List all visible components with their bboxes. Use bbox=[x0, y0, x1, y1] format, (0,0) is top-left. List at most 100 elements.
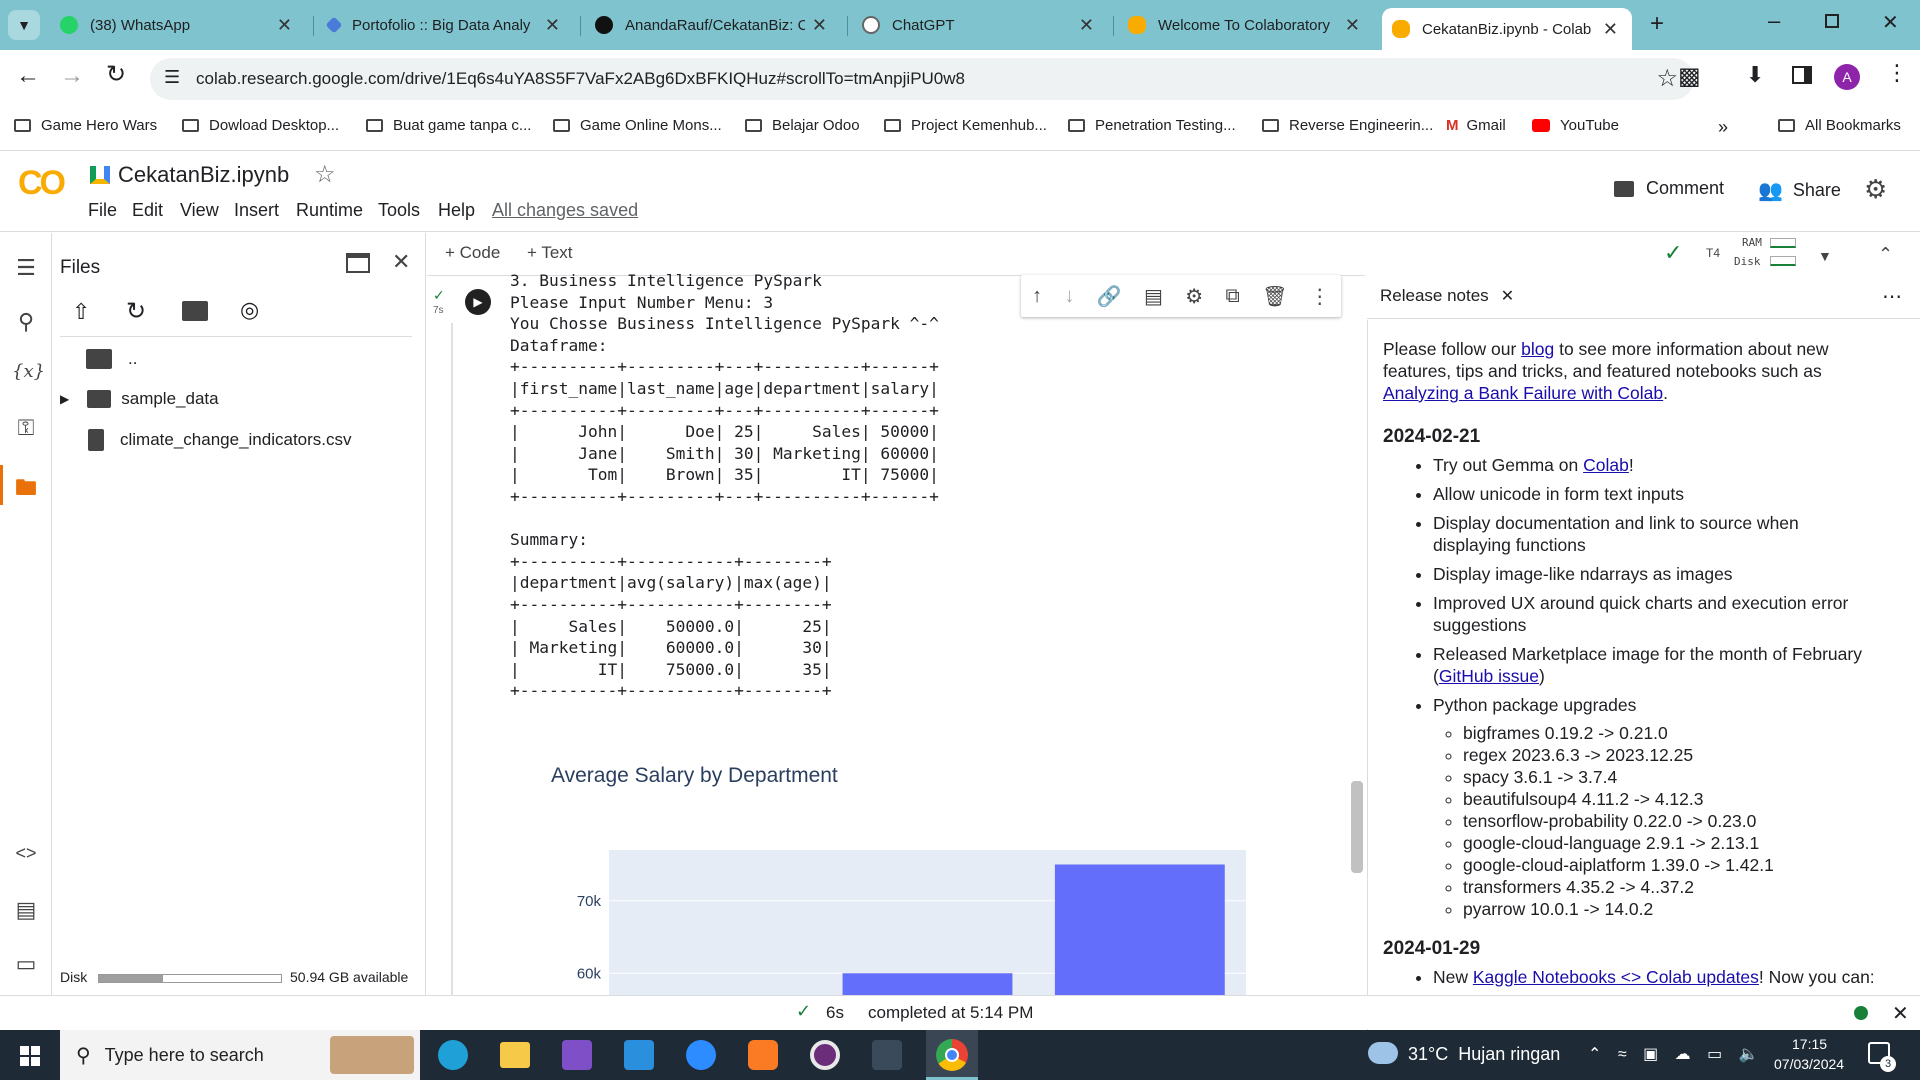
link-icon[interactable]: 🔗 bbox=[1097, 284, 1122, 309]
upload-file-icon[interactable]: ⇧ bbox=[72, 299, 90, 325]
notebook-title[interactable]: CekatanBiz.ipynb bbox=[118, 162, 289, 188]
close-icon[interactable]: ✕ bbox=[1079, 15, 1094, 36]
menu-runtime[interactable]: Runtime bbox=[296, 200, 363, 221]
close-icon[interactable]: ✕ bbox=[545, 15, 560, 36]
reload-icon[interactable]: ↻ bbox=[106, 60, 126, 89]
code-snippets-icon[interactable]: <> bbox=[12, 843, 40, 871]
blog-link[interactable]: blog bbox=[1521, 339, 1554, 359]
tab-chatgpt[interactable]: ChatGPT ✕ bbox=[852, 8, 1108, 42]
close-icon[interactable]: ✕ bbox=[277, 15, 292, 36]
forward-icon[interactable]: → bbox=[60, 62, 84, 90]
settings-gear-icon[interactable]: ⚙ bbox=[1185, 284, 1203, 309]
all-bookmarks[interactable]: All Bookmarks bbox=[1778, 117, 1901, 134]
xampp-icon[interactable] bbox=[748, 1040, 778, 1070]
add-code-button[interactable]: + Code bbox=[445, 243, 500, 263]
file-row-csv[interactable]: climate_change_indicators.csv bbox=[88, 429, 352, 451]
command-palette-icon[interactable]: ▤ bbox=[12, 897, 40, 925]
hide-files-icon[interactable]: ◎ bbox=[240, 297, 259, 323]
add-text-button[interactable]: + Text bbox=[527, 243, 573, 263]
run-cell-button[interactable]: ▶ bbox=[465, 289, 491, 315]
taskbar-search-box[interactable]: ⚲ Type here to search bbox=[60, 1030, 420, 1080]
more-options-icon[interactable]: ⋮ bbox=[1310, 284, 1330, 309]
address-bar[interactable]: ☰ colab.research.google.com/drive/1Eq6s4… bbox=[150, 58, 1694, 100]
mirror-cell-icon[interactable]: ⧉ bbox=[1225, 285, 1239, 308]
share-button[interactable]: 👥 Share bbox=[1758, 178, 1841, 203]
edge-icon[interactable] bbox=[438, 1040, 468, 1070]
new-tab-button[interactable]: + bbox=[1650, 10, 1664, 38]
bookmark-item[interactable]: Game Hero Wars bbox=[14, 117, 157, 134]
vscode-icon[interactable] bbox=[624, 1040, 654, 1070]
save-status[interactable]: All changes saved bbox=[492, 200, 638, 221]
close-icon[interactable]: ✕ bbox=[392, 249, 410, 275]
close-icon[interactable]: ✕ bbox=[812, 15, 827, 36]
bookmark-item[interactable]: Dowload Desktop... bbox=[182, 117, 339, 134]
terminal-icon[interactable]: ▭ bbox=[12, 951, 40, 979]
file-row-parent[interactable]: .. bbox=[86, 349, 137, 369]
menu-file[interactable]: File bbox=[88, 200, 117, 221]
bookmark-item[interactable]: Belajar Odoo bbox=[745, 117, 860, 134]
tab-github[interactable]: AnandaRauf/CekatanBiz: C ✕ bbox=[585, 8, 841, 42]
move-down-icon[interactable]: ↓ bbox=[1064, 285, 1074, 308]
more-bookmarks-icon[interactable]: » bbox=[1718, 117, 1728, 138]
menu-edit[interactable]: Edit bbox=[132, 200, 163, 221]
menu-insert[interactable]: Insert bbox=[234, 200, 279, 221]
obs-icon[interactable] bbox=[810, 1040, 840, 1070]
weather-icon[interactable] bbox=[1368, 1042, 1398, 1064]
bar-marketing[interactable] bbox=[842, 973, 1013, 995]
system-tray-icons[interactable]: ⌃ ≈ ▣ ☁ ▭ 🔈 bbox=[1588, 1044, 1765, 1064]
folder-icon[interactable]: 🖿 bbox=[12, 471, 40, 500]
release-notes-tab[interactable]: Release notes ✕ bbox=[1380, 286, 1514, 306]
comment-button[interactable]: Comment bbox=[1614, 178, 1724, 199]
runtime-type[interactable]: T4 bbox=[1706, 246, 1720, 260]
tab-welcome-colab[interactable]: Welcome To Colaboratory ✕ bbox=[1118, 8, 1374, 42]
github-issue-link[interactable]: GitHub issue bbox=[1439, 666, 1539, 686]
download-icon[interactable]: ⬇ bbox=[1746, 62, 1764, 88]
profile-avatar[interactable]: A bbox=[1834, 64, 1860, 90]
variables-icon[interactable]: {x} bbox=[12, 361, 45, 389]
collapse-header-icon[interactable]: ⌃ bbox=[1878, 244, 1893, 265]
kali-icon[interactable] bbox=[872, 1040, 902, 1070]
bookmark-item[interactable]: Reverse Engineerin... bbox=[1262, 117, 1433, 134]
close-icon[interactable]: ✕ bbox=[1501, 286, 1514, 306]
expand-arrow-icon[interactable]: ▶ bbox=[60, 392, 69, 406]
star-icon[interactable]: ☆ bbox=[314, 160, 336, 189]
side-panel-icon[interactable] bbox=[1792, 66, 1812, 84]
tab-portfolio[interactable]: Portofolio :: Big Data Analy ✕ bbox=[318, 8, 574, 42]
menu-view[interactable]: View bbox=[180, 200, 219, 221]
bookmark-gmail[interactable]: M Gmail bbox=[1446, 117, 1506, 134]
site-info-icon[interactable]: ☰ bbox=[164, 67, 180, 88]
bookmark-star-icon[interactable]: ☆ bbox=[1656, 64, 1678, 93]
bookmark-item[interactable]: Penetration Testing... bbox=[1068, 117, 1236, 134]
visual-studio-icon[interactable] bbox=[562, 1040, 592, 1070]
move-up-icon[interactable]: ↑ bbox=[1032, 285, 1042, 308]
tab-whatsapp[interactable]: (38) WhatsApp ✕ bbox=[50, 8, 306, 42]
close-icon[interactable]: ✕ bbox=[1345, 15, 1360, 36]
bookmark-item[interactable]: Game Online Mons... bbox=[553, 117, 722, 134]
secrets-key-icon[interactable]: ⚿ bbox=[12, 415, 40, 443]
panel-more-icon[interactable]: ⋯ bbox=[1882, 284, 1902, 309]
back-icon[interactable]: ← bbox=[16, 62, 40, 90]
url-text[interactable]: colab.research.google.com/drive/1Eq6s4uY… bbox=[196, 69, 965, 89]
notebook-scrollbar[interactable] bbox=[1351, 781, 1363, 873]
settings-gear-icon[interactable]: ⚙ bbox=[1864, 174, 1887, 205]
runtime-dropdown-icon[interactable]: ▼ bbox=[1818, 248, 1832, 264]
bookmark-item[interactable]: Buat game tanpa c... bbox=[366, 117, 531, 134]
restore-button[interactable] bbox=[1825, 14, 1839, 28]
kaggle-link[interactable]: Kaggle Notebooks <> Colab updates bbox=[1473, 967, 1759, 987]
comment-icon[interactable]: ▤ bbox=[1144, 284, 1163, 309]
bar-it[interactable] bbox=[1054, 864, 1225, 996]
file-explorer-icon[interactable] bbox=[500, 1042, 530, 1068]
search-icon[interactable]: ⚲ bbox=[12, 309, 40, 337]
menu-help[interactable]: Help bbox=[438, 200, 475, 221]
zoom-icon[interactable] bbox=[686, 1040, 716, 1070]
table-of-contents-icon[interactable]: ☰ bbox=[12, 255, 40, 283]
clock-time[interactable]: 17:15 bbox=[1792, 1036, 1827, 1052]
delete-icon[interactable]: 🗑 bbox=[1262, 284, 1287, 309]
open-in-tab-icon[interactable] bbox=[346, 253, 370, 273]
close-icon[interactable]: ✕ bbox=[1892, 1001, 1909, 1026]
close-icon[interactable]: ✕ bbox=[1603, 19, 1618, 40]
close-window-button[interactable]: ✕ bbox=[1882, 10, 1899, 35]
extensions-icon[interactable]: ▩ bbox=[1678, 62, 1701, 91]
weather-text[interactable]: 31°C Hujan ringan bbox=[1408, 1044, 1560, 1065]
colab-link[interactable]: Colab bbox=[1583, 455, 1629, 475]
